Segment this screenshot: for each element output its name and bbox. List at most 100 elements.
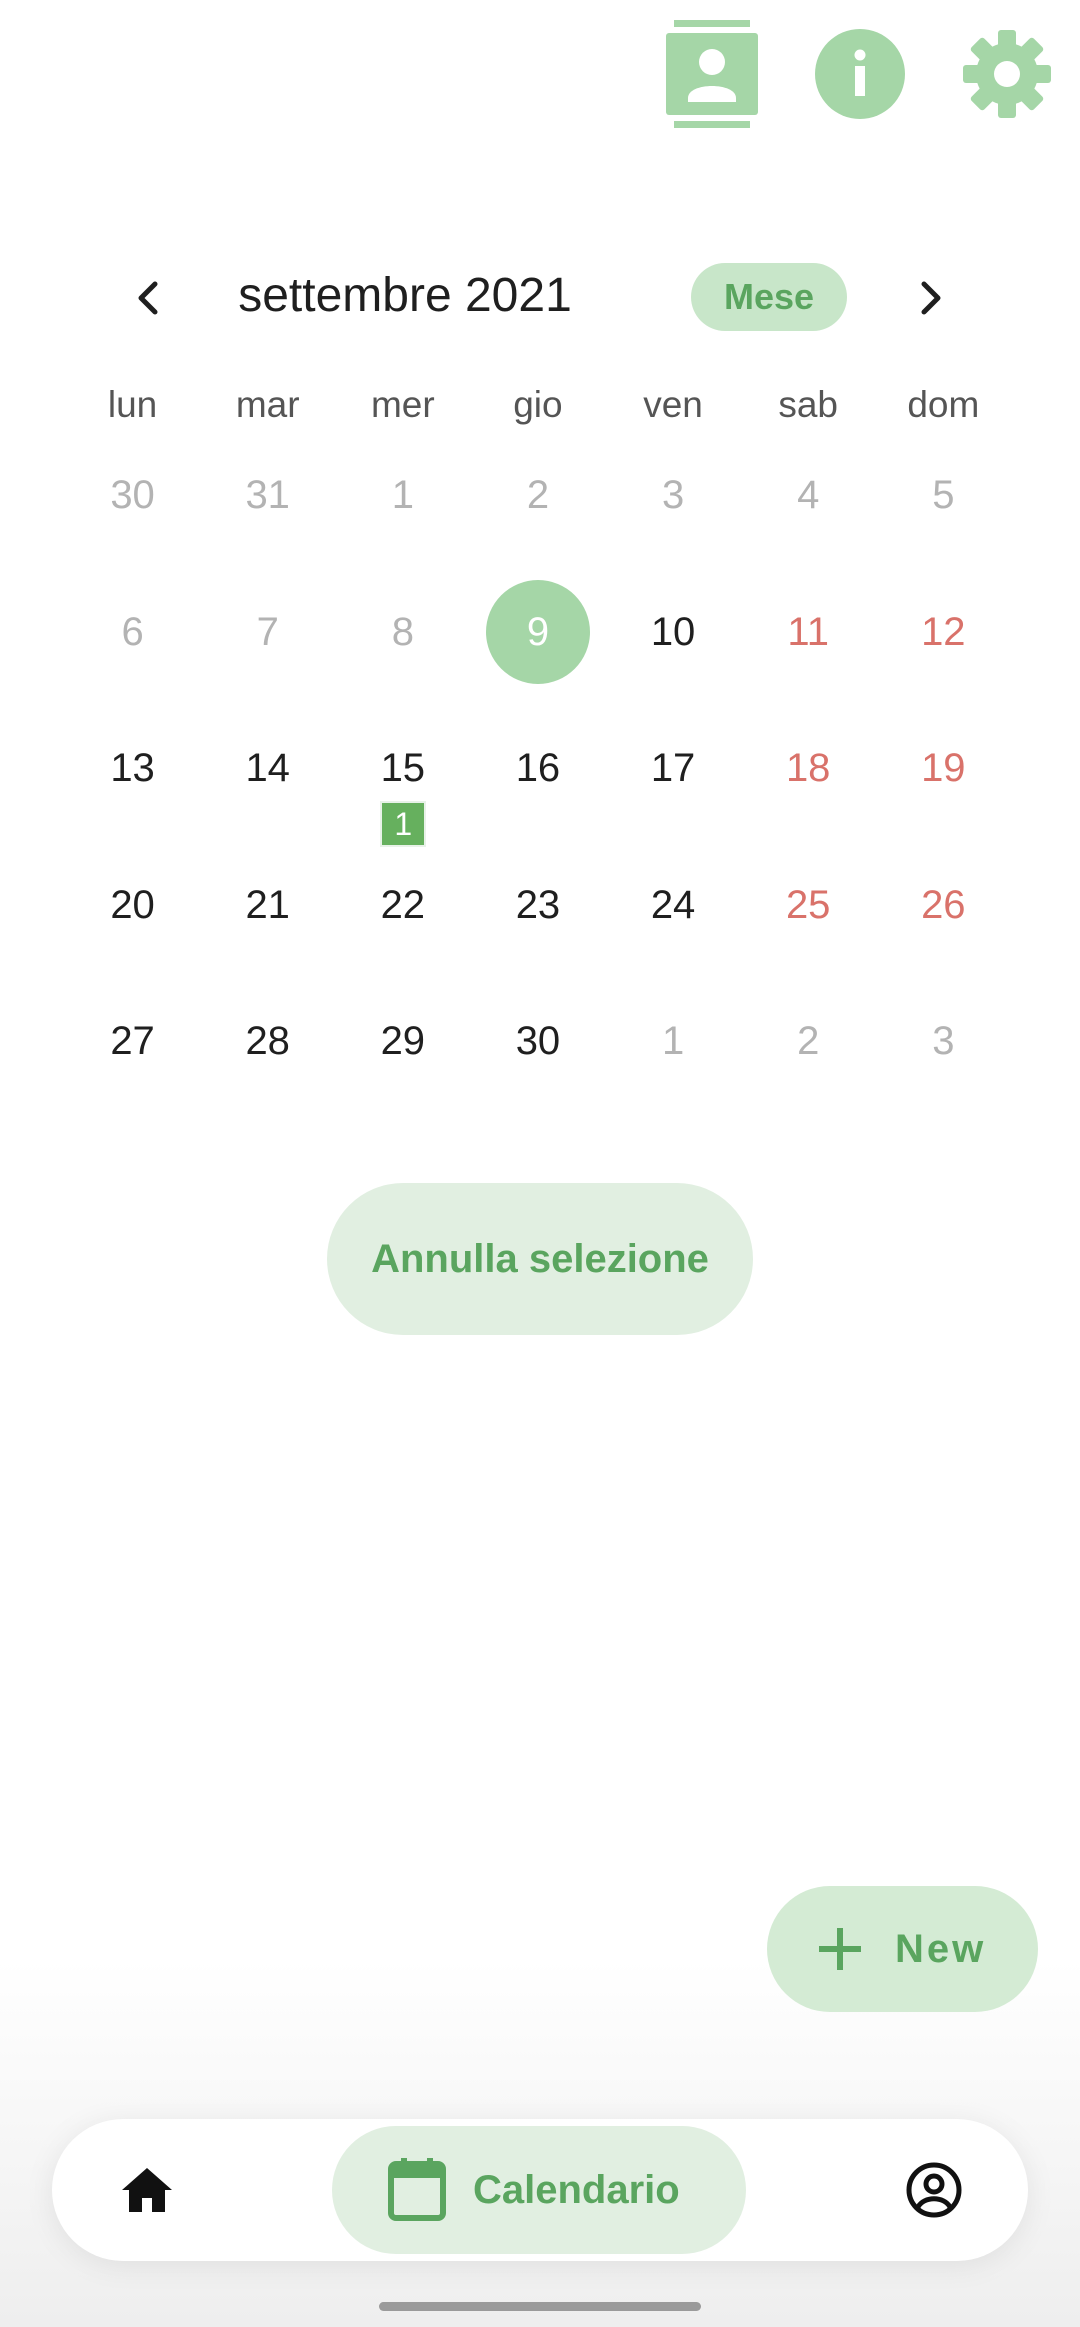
nav-calendar-label: Calendario [473, 2168, 680, 2212]
plus-icon [819, 1928, 861, 1970]
day-number: 2 [797, 1019, 820, 1064]
selected-day-cell[interactable]: 9 [470, 564, 605, 701]
day-number: 22 [380, 882, 426, 927]
day-cell[interactable]: 29 [335, 973, 470, 1110]
day-number: 17 [650, 746, 696, 791]
week-row: 6 7 8 9 10 11 12 [65, 564, 1011, 701]
day-cell[interactable]: 6 [65, 564, 200, 701]
day-number: 24 [650, 882, 696, 927]
account-circle-icon [906, 2162, 962, 2218]
day-cell[interactable]: 23 [470, 837, 605, 974]
day-number: 23 [515, 882, 561, 927]
day-cell[interactable]: 8 [335, 564, 470, 701]
day-cell[interactable]: 17 [606, 700, 741, 837]
day-cell[interactable]: 3 [606, 427, 741, 564]
day-number: 1 [661, 1019, 685, 1064]
day-cell[interactable]: 1 [606, 973, 741, 1110]
week-row: 27 28 29 30 1 2 3 [65, 973, 1011, 1110]
clear-selection-button[interactable]: Annulla selezione [327, 1183, 753, 1335]
day-cell[interactable]: 12 [876, 564, 1011, 701]
day-cell[interactable]: 2 [741, 973, 876, 1110]
day-cell[interactable]: 10 [606, 564, 741, 701]
day-cell[interactable]: 19 [876, 700, 1011, 837]
day-number: 31 [245, 473, 290, 518]
day-number: 30 [515, 1019, 561, 1064]
day-cell[interactable]: 13 [65, 700, 200, 837]
day-number: 14 [245, 746, 290, 791]
weekday-label: mar [235, 384, 300, 425]
day-cell[interactable]: 21 [200, 837, 335, 974]
next-month-button[interactable] [902, 270, 958, 326]
week-row: 30 31 1 2 3 4 5 [65, 427, 1011, 564]
month-title[interactable]: settembre 2021 [200, 264, 610, 328]
day-cell[interactable]: 14 [200, 700, 335, 837]
calendar-grid: 30 31 1 2 3 4 5 6 7 8 9 10 11 12 13 14 15 1 16 17 18 19 20 21 22… [65, 427, 1011, 1110]
day-cell[interactable]: 30 [470, 973, 605, 1110]
chevron-left-icon [138, 281, 158, 315]
day-number: 9 [526, 609, 550, 654]
day-cell[interactable]: 11 [741, 564, 876, 701]
day-cell[interactable]: 31 [200, 427, 335, 564]
calendar-icon [388, 2158, 446, 2221]
chevron-right-icon [921, 281, 941, 315]
day-number: 10 [650, 609, 696, 654]
weekday-label: gio [513, 384, 563, 425]
new-event-button[interactable]: New [767, 1886, 1038, 2012]
day-number: 18 [785, 746, 831, 791]
day-number: 30 [110, 473, 155, 518]
weekday-label: ven [643, 384, 703, 425]
day-cell[interactable]: 20 [65, 837, 200, 974]
info-icon[interactable] [815, 29, 905, 119]
day-number: 2 [526, 473, 550, 518]
day-cell[interactable]: 3 [876, 973, 1011, 1110]
day-cell[interactable]: 27 [65, 973, 200, 1110]
weekday-label: lun [107, 384, 158, 425]
settings-icon[interactable] [962, 29, 1052, 119]
day-number: 4 [797, 473, 820, 518]
nav-calendar[interactable]: Calendario [332, 2126, 746, 2254]
day-number: 29 [380, 1019, 426, 1064]
day-number: 20 [110, 882, 155, 927]
nav-home[interactable] [117, 2160, 177, 2220]
new-button-label: New [895, 1927, 987, 1971]
weekday-label: sab [778, 384, 839, 425]
week-row: 20 21 22 23 24 25 26 [65, 837, 1011, 974]
day-number: 16 [515, 746, 561, 791]
day-number: 11 [787, 609, 829, 654]
day-number: 13 [110, 746, 155, 791]
weekday-label: mer [370, 384, 435, 425]
day-cell[interactable]: 22 [335, 837, 470, 974]
day-cell[interactable]: 7 [200, 564, 335, 701]
view-format-button[interactable]: Mese [691, 263, 847, 331]
week-row: 13 14 15 1 16 17 18 19 [65, 700, 1011, 845]
bottom-navigation: Calendario [52, 2119, 1028, 2261]
day-cell[interactable]: 2 [470, 427, 605, 564]
day-cell[interactable]: 26 [876, 837, 1011, 974]
day-cell[interactable]: 18 [741, 700, 876, 837]
day-number: 1 [391, 473, 414, 518]
day-number: 7 [256, 609, 279, 654]
home-indicator [379, 2302, 701, 2311]
day-cell[interactable]: 24 [606, 837, 741, 974]
day-cell[interactable]: 25 [741, 837, 876, 974]
day-number: 12 [921, 609, 966, 654]
day-cell[interactable]: 1 [335, 427, 470, 564]
weekday-row: lun mar mer gio ven sab dom [65, 375, 1011, 435]
day-cell[interactable]: 5 [876, 427, 1011, 564]
day-cell[interactable]: 4 [741, 427, 876, 564]
day-cell[interactable]: 28 [200, 973, 335, 1110]
day-number: 27 [110, 1019, 155, 1064]
previous-month-button[interactable] [121, 270, 177, 326]
day-number: 8 [391, 609, 414, 654]
day-cell[interactable]: 16 [470, 700, 605, 837]
day-cell[interactable]: 30 [65, 427, 200, 564]
contacts-icon[interactable] [666, 20, 758, 128]
nav-account[interactable] [904, 2160, 964, 2220]
day-number: 3 [932, 1019, 955, 1064]
day-number: 28 [245, 1019, 290, 1064]
home-icon [122, 2168, 172, 2212]
day-cell[interactable]: 15 1 [335, 700, 470, 845]
day-number: 3 [661, 473, 685, 518]
day-number: 6 [121, 609, 144, 654]
day-number: 26 [921, 882, 966, 927]
